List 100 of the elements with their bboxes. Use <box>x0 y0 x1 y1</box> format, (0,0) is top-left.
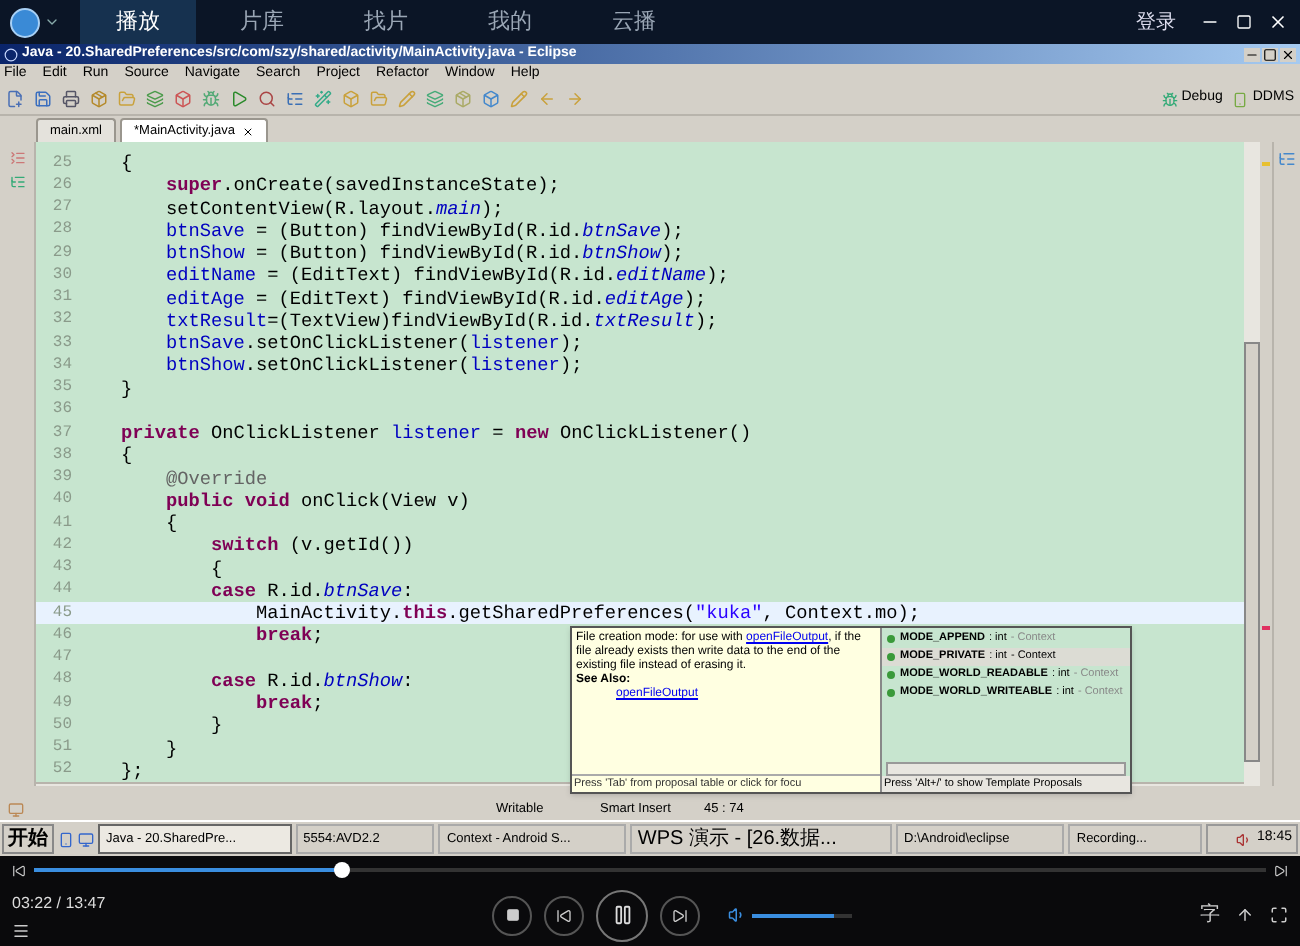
code-line: } <box>209 714 223 737</box>
toolbar-icon[interactable] <box>90 90 108 108</box>
code-line: btnShow.setOnClickListener(listener); <box>164 354 583 377</box>
code-line: { <box>164 512 178 535</box>
line-number: 44 <box>50 578 74 603</box>
code-line: MainActivity.this.getSharedPreferences("kuka", Context.mo); <box>254 602 920 625</box>
code-line: { <box>209 557 223 580</box>
toolbar-icon[interactable] <box>146 90 164 108</box>
line-number: 31 <box>50 286 74 311</box>
code-line: case R.id.btnSave: <box>209 579 414 602</box>
speaker-icon[interactable] <box>1235 831 1252 847</box>
horizontal-scrollbar[interactable] <box>886 762 1126 776</box>
player-tab[interactable]: 找片 <box>328 0 444 44</box>
time-display: 03:22 / 13:47 <box>12 891 108 915</box>
outline-icon[interactable] <box>9 150 25 166</box>
code-line: btnShow = (Button) findViewById(R.id.btnShow); <box>164 242 684 265</box>
code-line: txtResult=(TextView)findViewById(R.id.txtResult); <box>164 309 718 332</box>
close-icon[interactable] <box>1268 12 1288 32</box>
pause-button[interactable] <box>596 889 648 941</box>
line-number: 39 <box>50 466 74 491</box>
line-number: 27 <box>50 196 74 221</box>
close-icon[interactable] <box>242 125 255 137</box>
pause-icon <box>611 904 633 926</box>
volume-icon[interactable] <box>728 906 746 924</box>
line-number: 28 <box>50 218 74 243</box>
line-number: 30 <box>50 263 74 288</box>
toolbar-icon[interactable] <box>174 90 192 108</box>
close-icon[interactable] <box>1280 47 1296 61</box>
phone-icon <box>1232 91 1249 107</box>
stop-button[interactable] <box>492 895 532 935</box>
hierarchy-icon[interactable] <box>9 174 25 190</box>
toolbar-icon[interactable] <box>258 90 276 108</box>
player-tab[interactable]: 我的 <box>452 0 568 44</box>
code-line: editAge = (EditText) findViewById(R.id.editAge); <box>164 287 707 310</box>
toolbar-icon[interactable] <box>482 90 500 108</box>
toolbar-icon[interactable] <box>286 90 304 108</box>
line-number: 49 <box>50 691 74 716</box>
maximize-icon[interactable] <box>1236 14 1252 30</box>
line-number: 51 <box>50 736 74 761</box>
line-number: 38 <box>50 443 74 468</box>
line-number: 36 <box>50 398 74 423</box>
line-number: 40 <box>50 488 74 513</box>
next-icon <box>672 907 688 923</box>
restore-icon[interactable] <box>1262 47 1278 61</box>
line-number: 32 <box>50 308 74 333</box>
scroll-thumb[interactable] <box>1244 342 1260 762</box>
player-tab[interactable]: 播放 <box>80 0 196 44</box>
line-number: 45 <box>50 601 74 626</box>
subtitle-button[interactable]: 字 <box>1200 900 1220 930</box>
code-line: break; <box>254 624 324 647</box>
line-number: 35 <box>50 376 74 401</box>
player-tab[interactable]: 片库 <box>204 0 320 44</box>
toolbar-icon[interactable] <box>6 90 24 108</box>
code-line: { <box>119 444 133 467</box>
code-line: }; <box>119 759 144 782</box>
caret-icon[interactable] <box>44 14 60 30</box>
start-button[interactable]: 开始 <box>2 824 54 854</box>
toolbar-icon[interactable] <box>34 90 52 108</box>
code-line: super.onCreate(savedInstanceState); <box>164 174 560 197</box>
taskbar-button[interactable]: WPS 演示 - [26.数据... <box>629 824 892 854</box>
quick-launch-icon[interactable] <box>78 831 94 847</box>
line-number: 46 <box>50 623 74 648</box>
bug-icon <box>1161 91 1178 107</box>
line-number: 47 <box>50 646 74 671</box>
player-tab[interactable]: 云播 <box>576 0 692 44</box>
fullscreen-icon[interactable] <box>1270 906 1288 924</box>
line-number: 37 <box>50 421 74 446</box>
line-number: 34 <box>50 353 74 378</box>
login-link[interactable]: 登录 <box>1136 7 1176 37</box>
code-line: @Override <box>164 467 268 490</box>
line-number: 43 <box>50 556 74 581</box>
code-line: btnSave.setOnClickListener(listener); <box>164 332 583 355</box>
stop-icon <box>505 908 519 922</box>
outline-icon[interactable] <box>1278 150 1296 168</box>
forward-icon[interactable] <box>1274 863 1288 877</box>
quick-launch-icon[interactable] <box>58 831 74 847</box>
playlist-icon[interactable] <box>12 921 30 939</box>
line-number: 26 <box>50 173 74 198</box>
code-line: switch (v.getId()) <box>209 534 414 557</box>
toolbar-icon[interactable] <box>230 90 248 108</box>
code-line: } <box>164 737 178 760</box>
progress-thumb[interactable] <box>334 862 350 878</box>
vertical-scrollbar[interactable] <box>1244 142 1260 786</box>
previous-icon <box>556 907 572 923</box>
line-number: 25 <box>50 151 74 176</box>
code-line: editName = (EditText) findViewById(R.id.editName); <box>164 264 729 287</box>
rewind-icon[interactable] <box>12 863 26 877</box>
code-line: { <box>119 152 133 175</box>
fast-view-icon[interactable] <box>8 802 24 818</box>
toolbar-icon[interactable] <box>62 90 80 108</box>
code-line: } <box>119 377 133 400</box>
code-line: btnSave = (Button) findViewById(R.id.btnSave); <box>164 219 684 242</box>
line-number: 52 <box>50 758 74 783</box>
player-logo-icon[interactable] <box>10 7 40 37</box>
next-button[interactable] <box>660 895 700 935</box>
warning-marker[interactable] <box>1262 162 1270 166</box>
code-line: break; <box>254 692 324 715</box>
error-marker[interactable] <box>1262 626 1270 630</box>
previous-button[interactable] <box>544 895 584 935</box>
line-number: 29 <box>50 241 74 266</box>
